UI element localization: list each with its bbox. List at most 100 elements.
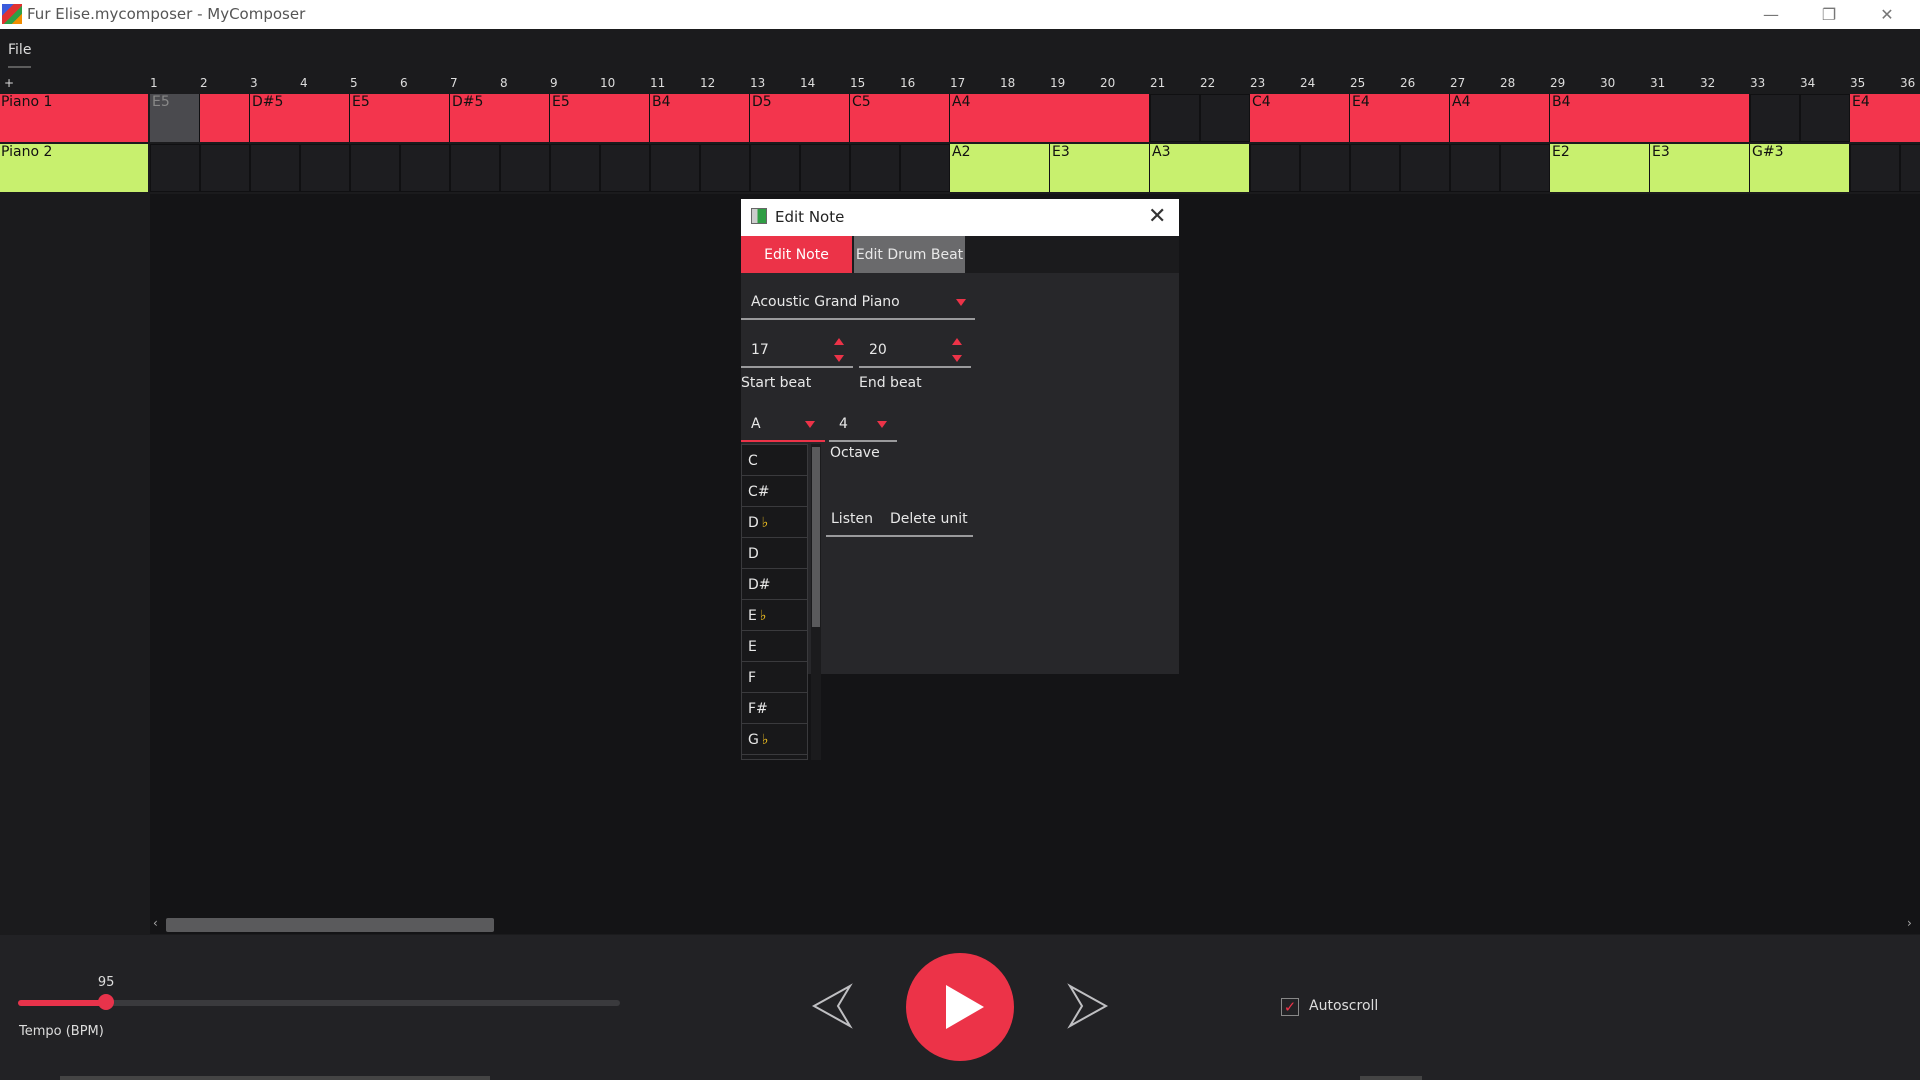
beat-cell[interactable] [150,144,200,192]
beat-cell[interactable] [400,144,450,192]
note-block[interactable]: E5 [150,94,199,142]
note-block[interactable]: E3 [1050,144,1149,192]
note-option[interactable]: D ♭ [742,508,808,538]
beat-cell[interactable] [1150,94,1200,142]
beat-cell[interactable] [900,144,950,192]
beat-cell[interactable] [1200,94,1250,142]
beat-number: 3 [250,76,258,90]
beat-cell[interactable] [850,144,900,192]
note-option[interactable]: E [742,632,808,662]
note-option[interactable]: F# [742,694,808,724]
beat-number: 8 [500,76,508,90]
note-block[interactable]: D#5 [450,94,549,142]
beat-cell[interactable] [1850,144,1900,192]
beat-cell[interactable] [700,144,750,192]
note-block[interactable] [200,94,249,142]
note-block[interactable]: G#3 [1750,144,1849,192]
note-block[interactable]: A4 [950,94,1149,142]
track-label[interactable]: Piano 2 [0,144,148,192]
beat-cell[interactable] [1750,94,1800,142]
beat-cell[interactable] [650,144,700,192]
note-block[interactable]: E5 [350,94,449,142]
note-block[interactable]: E3 [1650,144,1749,192]
beat-cell[interactable] [1350,144,1400,192]
play-button[interactable] [906,953,1014,1061]
autoscroll-checkbox[interactable]: ✓ [1281,998,1299,1016]
beat-cell[interactable] [750,144,800,192]
scroll-left-icon[interactable]: ‹ [153,916,158,930]
start-beat-label: Start beat [741,375,812,391]
note-block[interactable]: C5 [850,94,949,142]
listen-button[interactable]: Listen [831,511,873,527]
note-block[interactable]: E4 [1350,94,1449,142]
beat-cell[interactable] [200,144,250,192]
note-block[interactable]: E5 [550,94,649,142]
beat-number: 18 [1000,76,1016,90]
note-block[interactable]: A3 [1150,144,1249,192]
tempo-slider-thumb[interactable] [97,994,114,1010]
tab-edit-drum-beat[interactable]: Edit Drum Beat [854,236,965,273]
end-decrement-icon[interactable] [952,355,962,362]
tab-edit-note[interactable]: Edit Note [741,236,852,273]
track-label[interactable]: Piano 1 [0,94,148,142]
note-option[interactable]: D [742,539,808,569]
dropdown-scrollbar-thumb[interactable] [812,447,820,627]
note-option-label: E [748,608,757,624]
beat-number: 36 [1900,76,1916,90]
end-beat-label: End beat [859,375,922,391]
beat-cell[interactable] [1300,144,1350,192]
start-decrement-icon[interactable] [834,355,844,362]
beat-cell[interactable] [600,144,650,192]
note-block[interactable]: B4 [650,94,749,142]
note-block[interactable]: E4 [1850,94,1920,142]
beat-cell[interactable] [1900,144,1920,192]
note-option-label: D [748,515,759,531]
delete-unit-button[interactable]: Delete unit [890,511,968,527]
note-option[interactable]: G ♭ [742,725,808,755]
beat-number: 29 [1550,76,1566,90]
note-block[interactable]: E2 [1550,144,1649,192]
beat-cell[interactable] [300,144,350,192]
note-block[interactable]: A2 [950,144,1049,192]
note-block[interactable]: D5 [750,94,849,142]
note-block[interactable]: C4 [1250,94,1349,142]
chevron-down-icon[interactable] [877,421,887,428]
dialog-title: Edit Note [775,208,845,226]
beat-cell[interactable] [800,144,850,192]
chevron-down-icon[interactable] [956,299,966,306]
beat-cell[interactable] [1400,144,1450,192]
note-option[interactable]: C [742,446,808,476]
note-block[interactable]: D#5 [250,94,349,142]
note-option[interactable]: F [742,663,808,693]
minimize-icon[interactable]: — [1742,0,1800,29]
start-increment-icon[interactable] [834,338,844,345]
beat-cell[interactable] [1450,144,1500,192]
beat-number: 27 [1450,76,1466,90]
note-option[interactable]: C# [742,477,808,507]
beat-cell[interactable] [1800,94,1850,142]
menu-file[interactable]: File [8,42,32,68]
scrollbar-thumb[interactable] [166,918,494,932]
beat-cell[interactable] [500,144,550,192]
beat-cell[interactable] [450,144,500,192]
close-icon[interactable]: ✕ [1858,0,1916,29]
note-block[interactable]: B4 [1550,94,1749,142]
restore-icon[interactable]: ❐ [1800,0,1858,29]
note-option[interactable]: D# [742,570,808,600]
dialog-close-icon[interactable]: ✕ [1148,204,1166,229]
beat-cell[interactable] [1500,144,1550,192]
end-increment-icon[interactable] [952,338,962,345]
note-option[interactable]: E ♭ [742,601,808,631]
previous-icon[interactable] [808,982,856,1030]
beat-cell[interactable] [550,144,600,192]
note-block[interactable]: A4 [1450,94,1549,142]
next-icon[interactable] [1064,982,1112,1030]
beat-cell[interactable] [1250,144,1300,192]
chevron-down-icon[interactable] [805,421,815,428]
beat-number: 20 [1100,76,1116,90]
beat-cell[interactable] [350,144,400,192]
beat-cell[interactable] [250,144,300,192]
add-track-icon[interactable]: + [4,76,14,90]
play-icon [946,985,984,1029]
scroll-right-icon[interactable]: › [1907,916,1912,930]
